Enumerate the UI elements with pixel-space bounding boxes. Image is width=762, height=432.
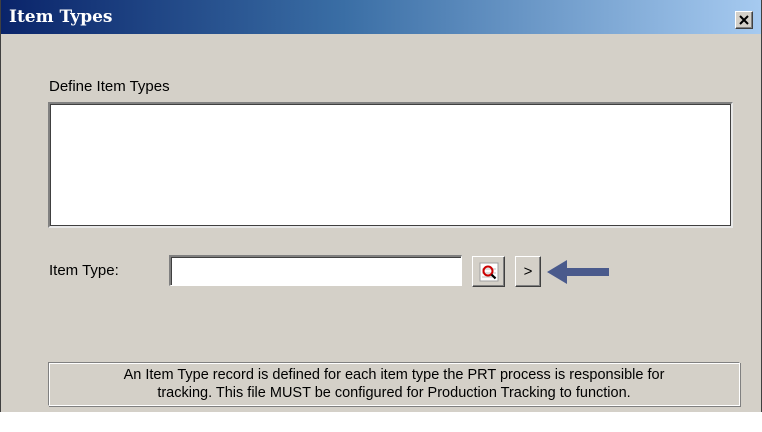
item-type-input[interactable] (169, 255, 462, 286)
magnifier-lookup-icon (479, 262, 498, 281)
item-type-label: Item Type: (49, 262, 119, 279)
title-bar[interactable]: Item Types (1, 0, 761, 34)
lookup-button[interactable] (472, 256, 505, 287)
info-message-box: An Item Type record is defined for each … (48, 362, 740, 406)
window-title: Item Types (9, 7, 113, 27)
left-arrow-callout-icon (547, 260, 609, 284)
item-types-list-area[interactable] (48, 102, 733, 228)
define-item-types-label: Define Item Types (49, 78, 170, 95)
close-button[interactable] (735, 11, 753, 29)
info-line-1: An Item Type record is defined for each … (123, 367, 665, 383)
item-types-dialog: Item Types Define Item Types Item Type: … (0, 0, 762, 412)
close-icon (739, 15, 749, 25)
next-button[interactable]: > (515, 256, 541, 287)
info-line-2: tracking. This file MUST be configured f… (157, 385, 631, 401)
